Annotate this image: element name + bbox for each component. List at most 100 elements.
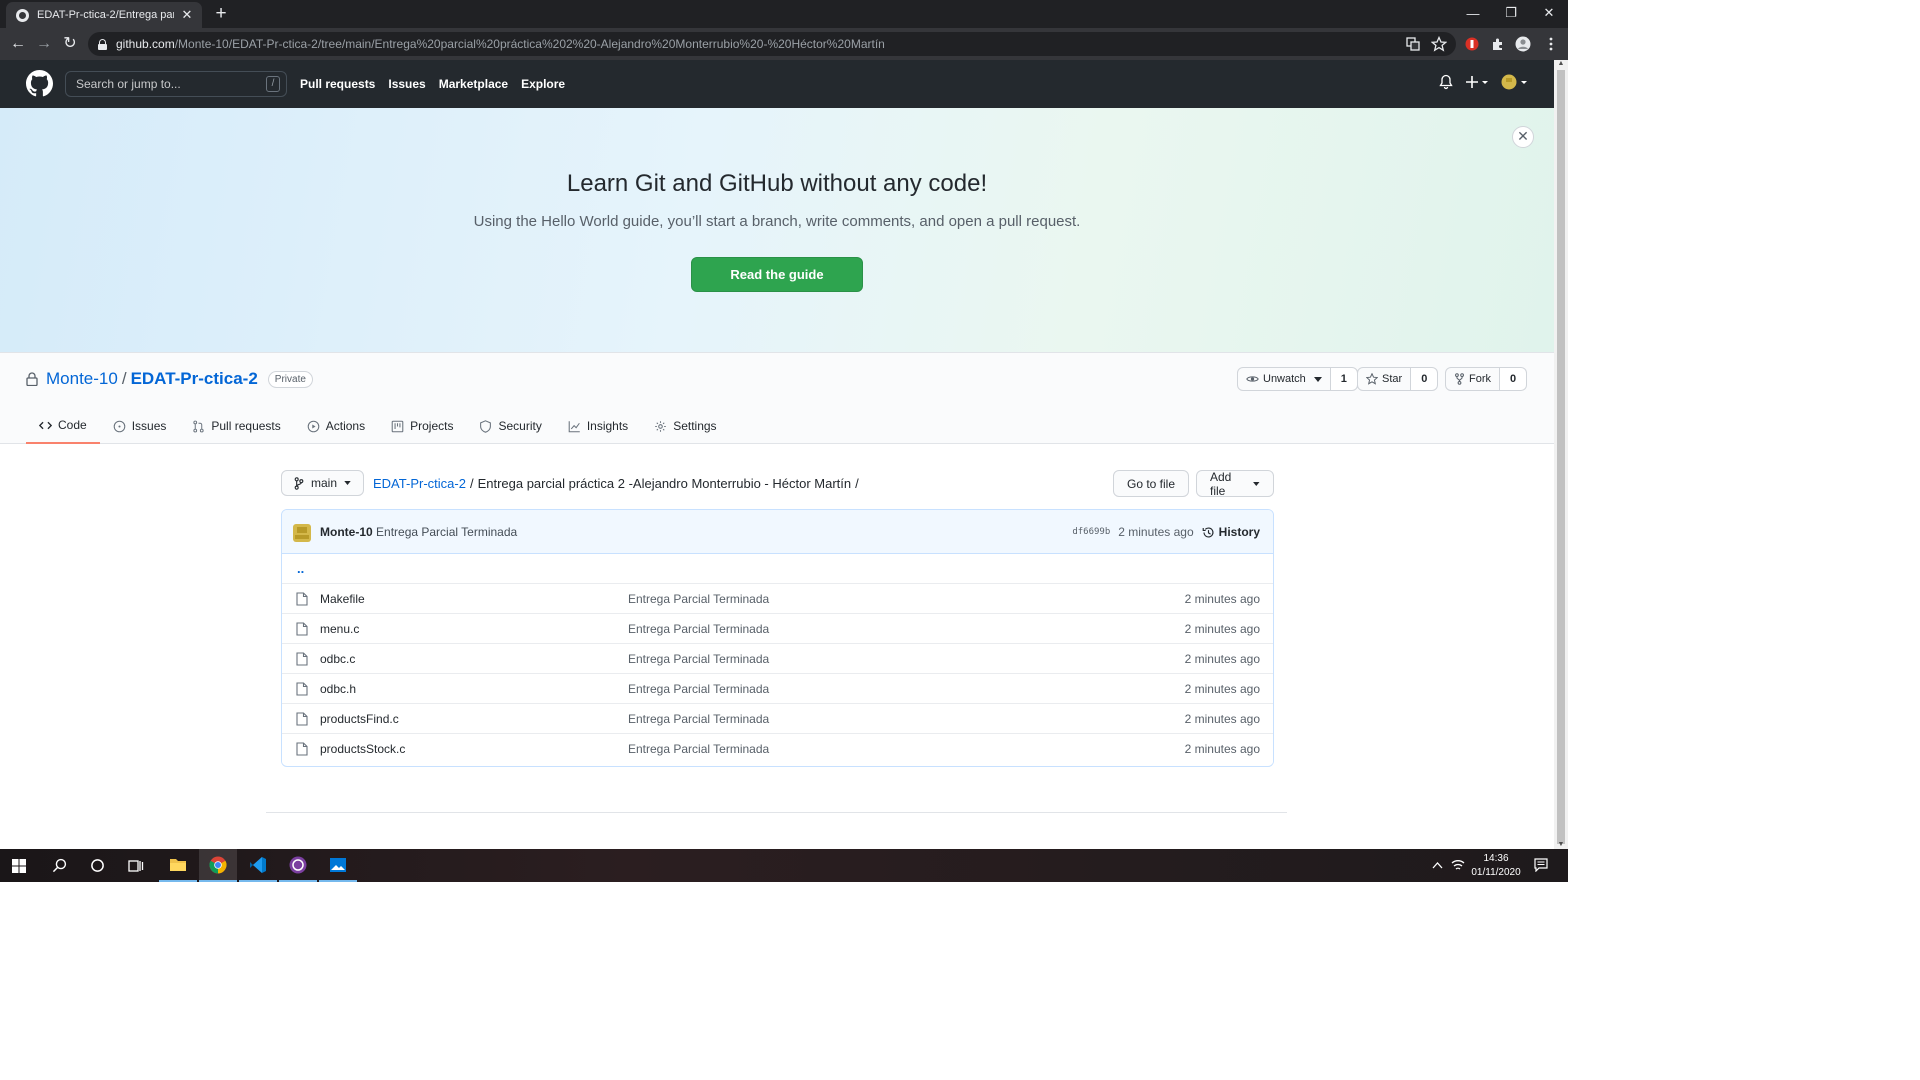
tray-chevron-up-icon[interactable] — [1432, 861, 1443, 869]
tab-actions[interactable]: Actions — [294, 408, 378, 444]
history-link[interactable]: History — [1202, 525, 1260, 539]
app-purple-icon[interactable] — [279, 849, 317, 882]
unwatch-button[interactable]: Unwatch — [1237, 367, 1331, 391]
tab-pull-requests[interactable]: Pull requests — [179, 408, 293, 444]
commit-message-link[interactable]: Entrega Parcial Terminada — [376, 525, 517, 539]
star-label: Star — [1382, 373, 1403, 385]
browser-tab[interactable]: EDAT-Pr-ctica-2/Entrega parcial p ✕ — [6, 2, 202, 28]
address-bar[interactable]: github.com /Monte-10/EDAT-Pr-ctica-2/tre… — [88, 32, 1456, 56]
translate-icon[interactable] — [1405, 36, 1421, 52]
notifications-bell-icon[interactable] — [1439, 74, 1453, 90]
task-view-icon[interactable] — [117, 849, 155, 882]
parent-directory-link[interactable]: .. — [282, 554, 1273, 584]
file-commit-message-link[interactable]: Entrega Parcial Terminada — [628, 622, 769, 636]
tab-projects[interactable]: Projects — [378, 408, 466, 444]
extensions-puzzle-icon[interactable] — [1490, 36, 1506, 52]
banner-title: Learn Git and GitHub without any code! — [566, 170, 988, 197]
scroll-up-icon[interactable]: ▲ — [1557, 60, 1565, 68]
gear-icon — [655, 420, 666, 432]
commit-author-link[interactable]: Monte-10 — [320, 525, 373, 539]
commit-sha-link[interactable]: df6699b — [1072, 527, 1110, 537]
file-name-link[interactable]: odbc.h — [320, 682, 356, 696]
search-input[interactable]: Search or jump to... / — [65, 71, 287, 97]
issue-icon — [113, 420, 125, 432]
file-explorer-icon[interactable] — [159, 849, 197, 882]
repo-owner-link[interactable]: Monte-10 — [46, 369, 118, 389]
tab-insights[interactable]: Insights — [555, 408, 641, 444]
branch-name: main — [311, 476, 338, 490]
fork-count[interactable]: 0 — [1500, 367, 1528, 391]
branch-icon — [294, 476, 304, 490]
vscode-icon[interactable] — [239, 849, 277, 882]
repo-name-link[interactable]: EDAT-Pr-ctica-2 — [131, 369, 258, 389]
github-logo-icon[interactable] — [26, 70, 53, 97]
user-avatar-menu-icon[interactable] — [1501, 74, 1529, 90]
tab-settings[interactable]: Settings — [641, 408, 729, 444]
bookmark-star-icon[interactable] — [1431, 36, 1447, 52]
breadcrumb-repo-link[interactable]: EDAT-Pr-ctica-2 — [373, 476, 466, 491]
tab-label: Security — [498, 419, 542, 433]
nav-explore[interactable]: Explore — [521, 77, 565, 91]
reload-icon[interactable]: ↻ — [60, 34, 80, 54]
file-commit-message-link[interactable]: Entrega Parcial Terminada — [628, 712, 769, 726]
nav-pull-requests[interactable]: Pull requests — [300, 77, 375, 91]
add-file-label: Add file — [1210, 469, 1232, 498]
tab-issues[interactable]: Issues — [100, 408, 180, 444]
file-commit-message-link[interactable]: Entrega Parcial Terminada — [628, 682, 769, 696]
file-commit-message-link[interactable]: Entrega Parcial Terminada — [628, 652, 769, 666]
file-navigation: main EDAT-Pr-ctica-2 / Entrega parcial p… — [281, 469, 1274, 498]
repo-title-separator: / — [121, 369, 127, 388]
file-name-link[interactable]: productsStock.c — [320, 742, 405, 756]
scrollbar-thumb[interactable] — [1557, 70, 1565, 844]
windows-start-icon[interactable] — [0, 849, 38, 882]
taskbar-search-icon[interactable] — [40, 849, 78, 882]
read-the-guide-button[interactable]: Read the guide — [691, 257, 863, 292]
scroll-down-icon[interactable]: ▼ — [1557, 841, 1565, 849]
file-name-link[interactable]: menu.c — [320, 622, 359, 636]
create-new-plus-icon[interactable] — [1466, 74, 1490, 90]
clock-time: 14:36 — [1483, 853, 1509, 864]
star-count[interactable]: 0 — [1411, 367, 1439, 391]
tab-security[interactable]: Security — [466, 408, 554, 444]
minimize-window-icon[interactable]: — — [1454, 0, 1492, 26]
extension-red-icon[interactable] — [1464, 36, 1480, 52]
browser-menu-icon[interactable] — [1543, 36, 1559, 52]
branch-select-button[interactable]: main — [281, 470, 365, 496]
fork-button[interactable]: Fork — [1445, 367, 1500, 391]
profile-avatar-icon[interactable] — [1515, 36, 1531, 52]
nav-issues[interactable]: Issues — [388, 77, 425, 91]
notification-center-icon[interactable] — [1534, 858, 1548, 872]
go-to-file-button[interactable]: Go to file — [1113, 470, 1190, 497]
repository-header: Monte-10 / EDAT-Pr-ctica-2 Private Unwat… — [0, 353, 1554, 444]
global-nav: Pull requests Issues Marketplace Explore — [300, 77, 565, 91]
file-name-link[interactable]: odbc.c — [320, 652, 355, 666]
photos-icon[interactable] — [319, 849, 357, 882]
forward-icon[interactable]: → — [34, 34, 54, 54]
file-name-link[interactable]: productsFind.c — [320, 712, 399, 726]
page-scrollbar[interactable]: ▲ ▼ — [1554, 60, 1568, 849]
file-name-link[interactable]: Makefile — [320, 592, 365, 606]
star-button[interactable]: Star — [1357, 367, 1412, 391]
file-commit-message-link[interactable]: Entrega Parcial Terminada — [628, 742, 769, 756]
star-icon — [1366, 373, 1378, 385]
restore-window-icon[interactable]: ❐ — [1492, 0, 1530, 26]
tab-label: Pull requests — [211, 419, 281, 433]
close-tab-icon[interactable]: ✕ — [180, 7, 194, 23]
close-window-icon[interactable]: ✕ — [1530, 0, 1568, 26]
dismiss-banner-icon[interactable]: ✕ — [1512, 126, 1534, 148]
add-file-button[interactable]: Add file — [1196, 469, 1274, 498]
latest-commit: Monte-10 Entrega Parcial Terminada df669… — [282, 510, 1273, 554]
new-tab-button[interactable]: + — [212, 4, 230, 24]
cortana-icon[interactable] — [78, 849, 116, 882]
tab-code[interactable]: Code — [26, 408, 100, 444]
nav-marketplace[interactable]: Marketplace — [439, 77, 508, 91]
file-icon — [296, 712, 308, 726]
file-commit-message-link[interactable]: Entrega Parcial Terminada — [628, 592, 769, 606]
chrome-icon[interactable] — [199, 849, 237, 882]
avatar[interactable] — [293, 524, 311, 542]
watch-count[interactable]: 1 — [1330, 367, 1358, 391]
back-icon[interactable]: ← — [8, 34, 28, 54]
private-badge: Private — [267, 370, 313, 388]
taskbar-clock[interactable]: 14:36 01/11/2020 — [1462, 852, 1530, 880]
file-age: 2 minutes ago — [1184, 712, 1260, 726]
